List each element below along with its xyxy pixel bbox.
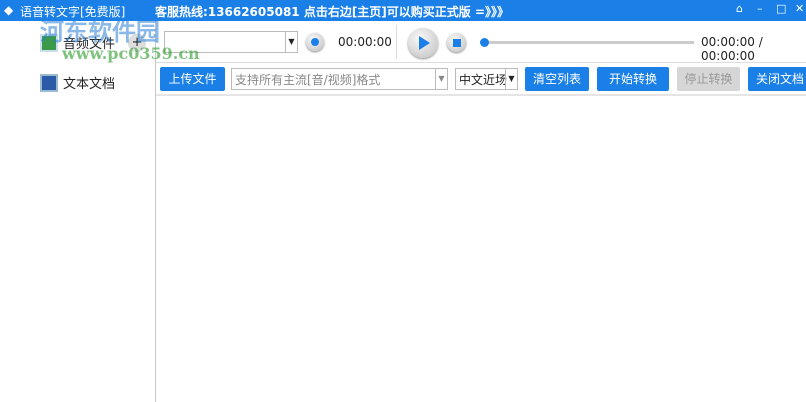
chevron-down-icon: ▼ [285, 32, 297, 52]
minimize-button[interactable]: – [757, 2, 763, 15]
app-title: 语音转文字[免费版] [20, 5, 126, 19]
upload-file-button[interactable]: 上传文件 [160, 67, 225, 91]
audio-file-icon [40, 33, 58, 52]
start-convert-button[interactable]: 开始转换 [597, 67, 669, 91]
sidebar-item-audio[interactable]: 音频文件 + [40, 33, 147, 52]
add-icon[interactable]: + [128, 33, 147, 52]
stop-button[interactable] [447, 33, 466, 52]
divider [156, 94, 806, 96]
progress-slider[interactable] [484, 41, 694, 44]
progress-knob[interactable] [480, 38, 489, 47]
chevron-down-icon: ▼ [505, 69, 517, 89]
close-document-button[interactable]: 关闭文档 [748, 67, 806, 91]
format-select[interactable]: 支持所有主流[音/视频]格式 ▼ [231, 68, 448, 90]
hotline-text[interactable]: 客服热线:13662605081 点击右边[主页]可以购买正式版 =》》》 [155, 3, 509, 20]
maximize-button[interactable]: □ [776, 2, 786, 15]
play-button[interactable] [408, 28, 438, 58]
app-logo-icon: ◆ [4, 3, 14, 17]
stop-icon [452, 38, 461, 47]
play-icon [419, 36, 430, 50]
sidebar-item-label: 文本文档 [63, 77, 116, 92]
audio-file-select[interactable]: ▼ [164, 31, 298, 53]
home-icon[interactable]: ⌂ [736, 2, 743, 15]
record-icon [311, 38, 319, 46]
sidebar-item-text[interactable]: 文本文档 [40, 73, 115, 92]
sidebar: 音频文件 + 文本文档 [0, 21, 156, 402]
record-button[interactable] [306, 33, 324, 51]
player-bar: ▼ 00:00:00 00:00:00 / 00:00:00 [156, 21, 806, 63]
chevron-down-icon: ▼ [435, 69, 447, 89]
clear-list-button[interactable]: 清空列表 [525, 67, 589, 91]
sidebar-item-label: 音频文件 [63, 37, 116, 52]
record-time: 00:00:00 [338, 35, 392, 49]
close-button[interactable]: ✕ [795, 2, 804, 15]
language-select[interactable]: 中文近场 ▼ [455, 68, 518, 90]
stop-convert-button: 停止转换 [677, 67, 740, 91]
playback-time: 00:00:00 / 00:00:00 [701, 35, 763, 63]
title-bar: ◆ 语音转文字[免费版] 客服热线:13662605081 点击右边[主页]可以… [0, 0, 806, 21]
word-doc-icon [40, 73, 58, 92]
divider [396, 25, 397, 59]
